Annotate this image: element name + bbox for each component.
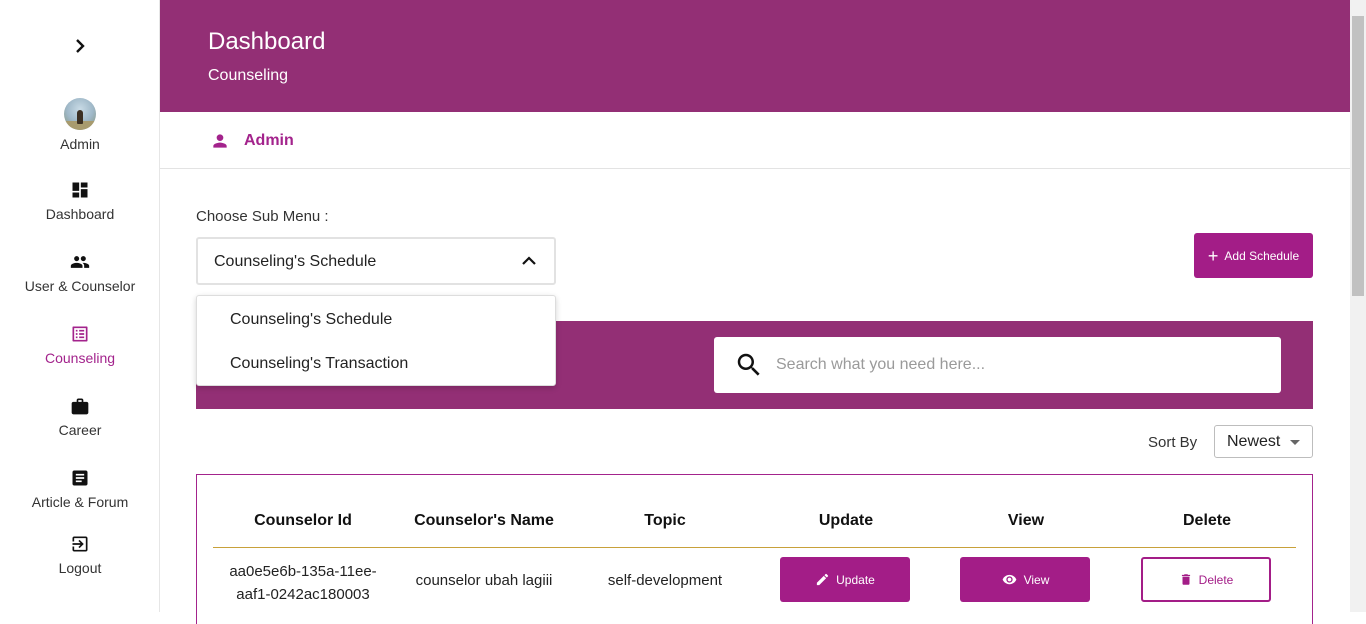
search-input[interactable] [776,347,1256,383]
sidebar-item-dashboard[interactable]: Dashboard [0,180,160,222]
sidebar-item-user-counselor[interactable]: User & Counselor [0,252,160,294]
page-scrollbar[interactable] [1350,0,1366,612]
sort-label: Sort By [1148,434,1198,451]
page-subtitle: Counseling [208,67,289,84]
column-header-topic: Topic [644,512,686,529]
sidebar-item-logout[interactable]: Logout [0,534,160,576]
view-button-label: View [1023,572,1050,587]
person-icon [213,134,227,148]
sidebar-item-label: Counseling [44,350,116,366]
column-header-counselor-name: Counselor's Name [414,512,554,529]
sidebar-item-label: User & Counselor [24,278,136,294]
update-button-label: Update [836,572,875,587]
view-button[interactable]: View [960,557,1090,602]
delete-button[interactable]: Delete [1141,557,1271,602]
column-header-delete: Delete [1182,512,1232,529]
dashboard-icon [72,182,88,198]
column-header-update: Update [818,512,874,529]
counselor-id-line-1: aa0e5e6b-135a-11ee- [229,563,377,580]
sidebar-item-label: Dashboard [45,206,115,222]
submenu-selected-value: Counseling's Schedule [214,253,377,270]
sidebar-item-career[interactable]: Career [0,396,160,438]
logout-icon [72,536,88,552]
submenu-dropdown: Counseling's Schedule Counseling's Trans… [196,295,556,386]
caret-down-icon [1290,440,1300,445]
plus-icon: + [1207,245,1219,266]
cell-topic: self-development [607,572,723,589]
delete-button-label: Delete [1198,572,1234,587]
submenu-label: Choose Sub Menu : [196,208,329,225]
column-header-view: View [1007,512,1045,529]
sidebar-expand-chevron-icon[interactable] [70,36,90,56]
update-button[interactable]: Update [780,557,910,602]
sort-select[interactable]: Newest [1214,425,1313,458]
sidebar: Admin Dashboard User & Counselor Counsel… [0,0,160,612]
add-schedule-label: Add Schedule [1224,248,1300,263]
sidebar-item-label: Logout [58,560,102,576]
list-alt-icon [72,326,88,342]
sidebar-item-counseling[interactable]: Counseling [0,324,160,366]
page-header: Dashboard Counseling [160,0,1350,112]
submenu-option-transaction[interactable]: Counseling's Transaction [230,355,408,373]
column-header-counselor-id: Counselor Id [254,512,352,529]
add-schedule-button[interactable]: + Add Schedule [1194,233,1313,278]
pencil-icon [817,573,829,586]
page-title: Dashboard [208,28,326,55]
sidebar-profile[interactable]: Admin [0,98,160,152]
search-icon [737,353,760,376]
cell-counselor-id: aa0e5e6b-135a-11ee- aaf1-0242ac180003 [213,560,393,606]
sidebar-item-label: Article & Forum [31,494,129,510]
sidebar-profile-label: Admin [60,136,100,152]
submenu-select[interactable]: Counseling's Schedule [196,237,556,285]
chevron-up-icon [522,256,536,265]
user-bar: Admin [160,112,1350,169]
schedule-table: Counselor Id Counselor's Name Topic Upda… [196,474,1313,624]
sidebar-item-article-forum[interactable]: Article & Forum [0,468,160,510]
briefcase-icon [71,398,89,415]
current-user-name[interactable]: Admin [244,132,294,150]
table-header-divider [213,547,1296,548]
sort-selected-value: Newest [1227,433,1281,450]
people-icon [70,256,90,268]
article-icon [72,470,88,486]
eye-icon [1002,574,1016,585]
search-box [714,337,1281,393]
submenu-option-schedule[interactable]: Counseling's Schedule [230,311,392,329]
avatar [64,98,96,130]
sidebar-item-label: Career [58,422,102,438]
cell-counselor-name: counselor ubah lagiii [415,572,553,589]
counselor-id-line-2: aaf1-0242ac180003 [236,586,370,603]
trash-icon [1181,574,1190,585]
scrollbar-thumb[interactable] [1352,16,1364,296]
